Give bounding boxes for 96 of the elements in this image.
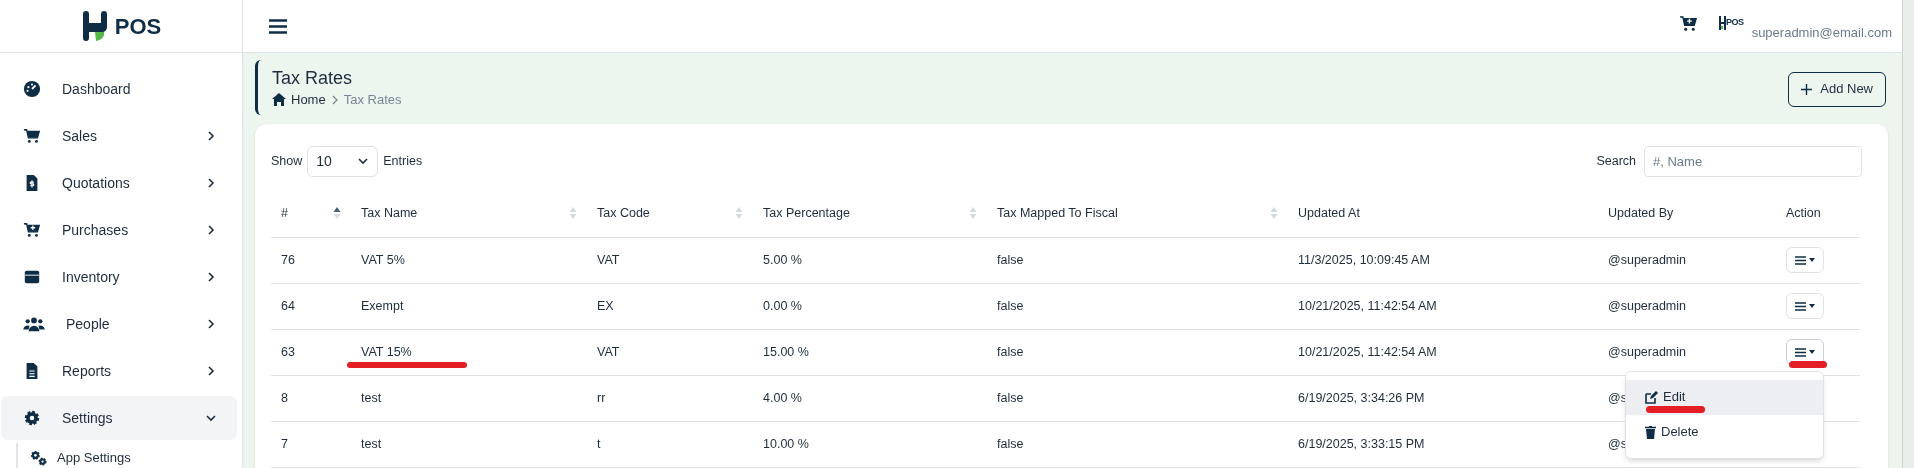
chevron-down-icon [357, 155, 370, 167]
users-icon [23, 315, 45, 333]
settings-icon [23, 409, 41, 427]
brand-name: POS [114, 12, 162, 41]
chevron-right-icon [330, 94, 339, 105]
table-cell: 10.00 % [763, 436, 809, 451]
page-size-select[interactable]: 10 [307, 145, 379, 177]
page-title: Tax Rates [272, 66, 354, 90]
add-new-button[interactable]: Add New [1788, 71, 1886, 107]
sidebar-item[interactable]: Sales [1, 114, 237, 158]
table-cell: false [997, 344, 1024, 359]
table-cell: false [997, 436, 1024, 451]
table-cell: 11/3/2025, 10:09:45 AM [1298, 252, 1430, 267]
trash-icon [1645, 425, 1656, 439]
cart-plus-icon [23, 221, 41, 239]
home-icon[interactable] [272, 93, 286, 106]
logo-icon [1718, 16, 1726, 30]
show-label: Show [271, 152, 303, 170]
table-cell: @superadmin [1608, 344, 1686, 359]
caret-icon [1809, 258, 1815, 262]
action-menu-button[interactable] [1786, 293, 1824, 319]
table-cell: false [997, 252, 1024, 267]
column-header[interactable]: Tax Name [361, 203, 418, 223]
sidebar-item[interactable]: Purchases [1, 208, 237, 252]
table-cell: @superadmin [1608, 252, 1686, 267]
sidebar-item[interactable]: People [1, 302, 237, 346]
sidebar-item[interactable]: Settings [1, 396, 237, 440]
menu-icon [1795, 301, 1806, 311]
search-label: Search [1596, 152, 1636, 170]
column-header: Updated By [1608, 204, 1674, 222]
sidebar-item[interactable]: Reports [1, 349, 237, 393]
table-cell: VAT 15% [361, 344, 412, 359]
table-cell: t [597, 436, 601, 451]
chevron-right-icon [205, 365, 217, 377]
column-header[interactable]: Tax Mapped To Fiscal [997, 203, 1118, 223]
menu-icon [1795, 255, 1806, 265]
sidebar-subitem[interactable]: App Settings [30, 448, 131, 468]
chevron-right-icon [205, 130, 217, 142]
menu-icon[interactable] [269, 18, 287, 34]
table-cell: 7 [281, 436, 288, 451]
table-cell: rr [597, 390, 606, 405]
menu-icon [1795, 347, 1806, 357]
table-cell: Exempt [361, 298, 404, 313]
table-cell: 4.00 % [763, 390, 802, 405]
column-header: Action [1786, 204, 1821, 222]
table-cell: 0.00 % [763, 298, 802, 313]
table-cell: test [361, 436, 382, 451]
table-cell: 63 [281, 344, 295, 359]
table-cell: @superadmin [1608, 298, 1686, 313]
action-menu-button[interactable] [1786, 247, 1824, 273]
chevron-down-icon [205, 412, 217, 424]
chevron-right-icon [205, 177, 217, 189]
chevron-right-icon [205, 271, 217, 283]
table-cell: test [361, 390, 382, 405]
search-field[interactable]: #, Name [1644, 145, 1862, 177]
gauge-icon [23, 80, 41, 98]
column-header[interactable]: Tax Percentage [763, 203, 850, 223]
table-cell: 5.00 % [763, 252, 802, 267]
table-cell: VAT 5% [361, 252, 405, 267]
plus-icon [1801, 83, 1813, 95]
table-cell: 76 [281, 252, 295, 267]
table-cell: 6/19/2025, 3:34:26 PM [1298, 390, 1425, 405]
table-cell: 6/19/2025, 3:33:15 PM [1298, 436, 1425, 451]
caret-icon [1809, 304, 1815, 308]
table-cell: false [997, 298, 1024, 313]
menu-item[interactable]: Delete [1626, 414, 1823, 450]
chevron-right-icon [205, 318, 217, 330]
breadcrumb-item[interactable]: Home [291, 89, 326, 110]
sidebar-item[interactable]: Inventory [1, 255, 237, 299]
edit-icon [1645, 390, 1658, 404]
breadcrumb-item: Tax Rates [343, 90, 402, 109]
column-header[interactable]: # [281, 203, 288, 223]
cart-icon [23, 127, 41, 145]
column-header[interactable]: Tax Code [597, 203, 650, 223]
table-cell: false [997, 390, 1024, 405]
table-cell: VAT [597, 344, 620, 359]
column-header: Updated At [1298, 204, 1360, 222]
sidebar-item[interactable]: Quotations [1, 161, 237, 205]
user-logo: POS [1718, 16, 1744, 30]
cart-plus-icon[interactable] [1677, 13, 1699, 33]
entries-label: Entries [383, 152, 423, 170]
scrollbar[interactable] [1902, 0, 1914, 468]
table-cell: 15.00 % [763, 344, 809, 359]
sort-icon[interactable] [333, 206, 341, 221]
chevron-right-icon [205, 224, 217, 236]
table-cell: VAT [597, 252, 620, 267]
box-icon [23, 268, 41, 286]
menu-item[interactable]: Edit [1626, 379, 1823, 415]
table-cell: EX [597, 298, 614, 313]
table-cell: 64 [281, 298, 295, 313]
table-cell: 10/21/2025, 11:42:54 AM [1298, 344, 1437, 359]
table-cell: 10/21/2025, 11:42:54 AM [1298, 298, 1437, 313]
caret-icon [1809, 350, 1815, 354]
user-email[interactable]: superadmin@email.com [1751, 23, 1892, 43]
table-cell: 8 [281, 390, 288, 405]
sidebar-item[interactable]: Dashboard [1, 67, 237, 111]
